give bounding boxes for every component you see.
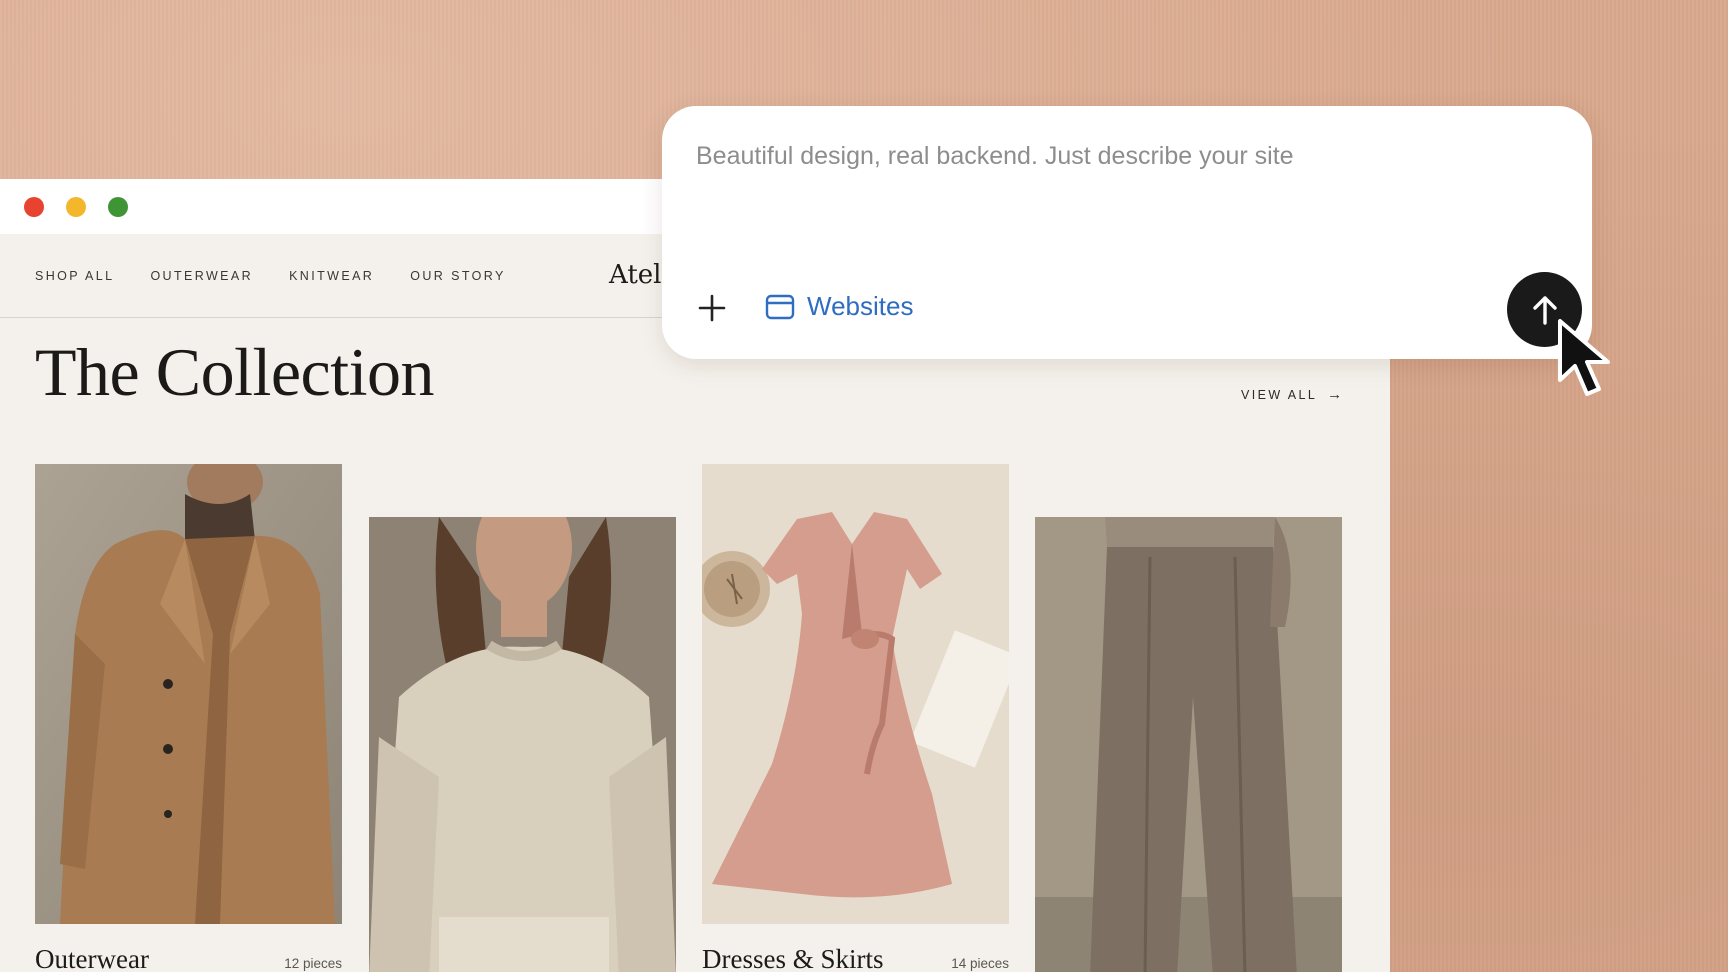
coat-image (35, 464, 342, 924)
collection-card-knitwear[interactable] (369, 517, 676, 972)
card-title: Outerwear (35, 944, 149, 972)
arrow-right-icon: → (1327, 386, 1343, 403)
nav-shop-all[interactable]: SHOP ALL (35, 269, 114, 283)
knitwear-photo (369, 517, 676, 972)
collection-card-outerwear[interactable]: Outerwear 12 pieces (35, 464, 342, 972)
trousers-photo (1035, 517, 1342, 972)
view-all-label: VIEW ALL (1241, 387, 1318, 402)
card-count: 14 pieces (951, 956, 1009, 971)
sweater-image (369, 517, 676, 972)
dresses-photo (702, 464, 1009, 924)
prompt-card: Websites (662, 106, 1592, 359)
browser-window-icon (765, 294, 795, 319)
close-window-button[interactable] (24, 196, 44, 217)
plus-icon (698, 294, 726, 322)
nav-knitwear[interactable]: KNITWEAR (289, 269, 374, 283)
trousers-image (1035, 517, 1342, 972)
nav-our-story[interactable]: OUR STORY (410, 269, 505, 283)
prompt-input[interactable] (696, 136, 1516, 176)
websites-mode-button[interactable]: Websites (765, 291, 913, 322)
mouse-pointer-icon (1558, 319, 1610, 396)
maximize-window-button[interactable] (108, 196, 128, 217)
page-title: The Collection (35, 334, 435, 410)
add-attachment-button[interactable] (694, 290, 730, 326)
minimize-window-button[interactable] (66, 196, 86, 217)
brand-logo[interactable]: Atel (609, 260, 661, 290)
collection-card-dresses[interactable]: Dresses & Skirts 14 pieces (702, 464, 1009, 972)
dress-image (702, 464, 1009, 924)
card-count: 12 pieces (284, 956, 342, 971)
collection-card-trousers[interactable] (1035, 517, 1342, 972)
card-title: Dresses & Skirts (702, 944, 884, 972)
websites-mode-label: Websites (807, 291, 914, 321)
nav-outerwear[interactable]: OUTERWEAR (150, 269, 253, 283)
view-all-link[interactable]: VIEW ALL → (1241, 386, 1342, 403)
outerwear-photo (35, 464, 342, 924)
